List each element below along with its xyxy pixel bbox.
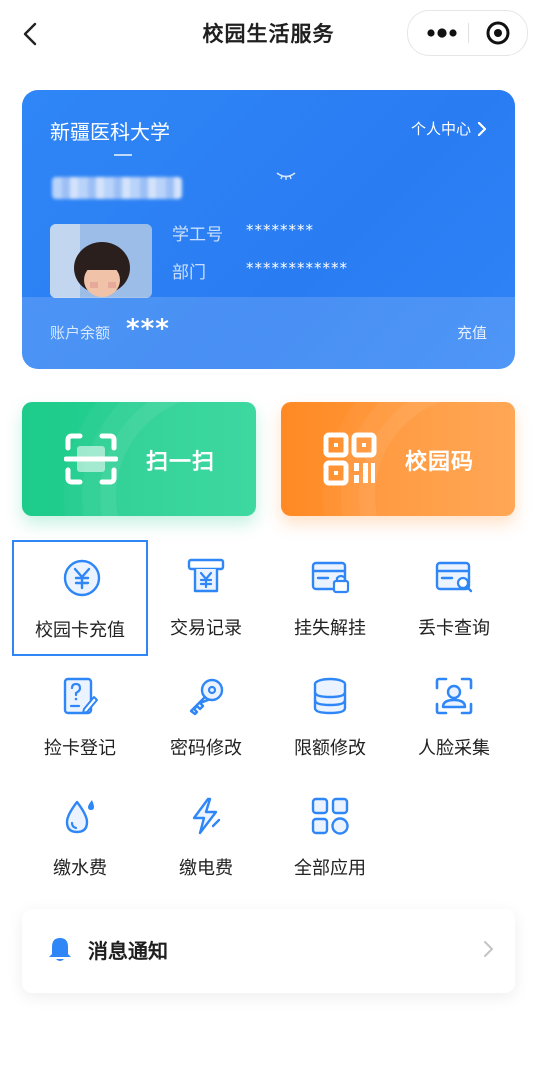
service-password[interactable]: 密码修改 <box>138 660 274 776</box>
avatar-image <box>50 224 152 298</box>
lightning-icon <box>192 797 221 835</box>
service-electricity-fee[interactable]: 缴电费 <box>138 780 274 896</box>
key-icon <box>189 678 224 716</box>
more-button[interactable] <box>414 11 466 55</box>
eye-closed-icon[interactable] <box>274 170 298 182</box>
service-water-fee[interactable]: 缴水费 <box>12 780 148 896</box>
service-label: 捡卡登记 <box>44 738 116 759</box>
service-face-capture[interactable]: 人脸采集 <box>386 660 522 776</box>
service-lost-card-query[interactable]: 丢卡查询 <box>386 540 522 656</box>
service-transactions[interactable]: 交易记录 <box>138 540 274 656</box>
service-label: 交易记录 <box>170 618 242 639</box>
service-found-card[interactable]: 捡卡登记 <box>12 660 148 776</box>
notice-label: 消息通知 <box>88 939 168 963</box>
student-id-value: ******** <box>246 221 314 239</box>
nav-bar: 校园生活服务 <box>0 0 537 66</box>
water-drop-icon <box>65 800 94 834</box>
service-card-recharge[interactable]: 校园卡充值 <box>12 540 148 656</box>
service-all-apps[interactable]: 全部应用 <box>262 780 398 896</box>
service-label: 全部应用 <box>294 858 366 879</box>
personal-center-link[interactable]: 个人中心 <box>411 118 487 139</box>
receipt-icon <box>187 558 225 593</box>
chevron-right-icon <box>477 121 487 136</box>
card-search-icon <box>435 561 473 593</box>
service-label: 人脸采集 <box>418 738 490 759</box>
school-name: 新疆医科大学 <box>50 120 170 144</box>
service-label: 密码修改 <box>170 738 242 759</box>
recharge-link[interactable]: 充值 <box>457 322 487 343</box>
service-label: 限额修改 <box>294 738 366 759</box>
database-icon <box>313 677 347 715</box>
message-notice-bar[interactable]: 消息通知 <box>22 909 515 993</box>
student-id-label: 学工号 <box>172 225 223 245</box>
service-label: 校园卡充值 <box>35 620 125 641</box>
capsule-divider <box>468 23 469 43</box>
qr-code-icon <box>323 432 377 486</box>
service-report-loss[interactable]: 挂失解挂 <box>262 540 398 656</box>
close-button[interactable] <box>474 11 524 55</box>
service-limit[interactable]: 限额修改 <box>262 660 398 776</box>
campus-code-label: 校园码 <box>405 450 475 475</box>
service-label: 挂失解挂 <box>294 618 366 639</box>
mini-program-capsule <box>407 10 528 56</box>
grid-apps-icon <box>311 797 349 835</box>
personal-center-label: 个人中心 <box>410 120 471 138</box>
service-label: 缴水费 <box>53 858 107 879</box>
balance-value: *** <box>126 314 170 344</box>
campus-card: 新疆医科大学 个人中心 学工号 ******** 部门 ************… <box>22 90 515 369</box>
yen-circle-icon <box>63 559 101 597</box>
service-label: 缴电费 <box>179 858 233 879</box>
scan-label: 扫一扫 <box>146 450 216 475</box>
campus-code-button[interactable]: 校园码 <box>281 402 515 516</box>
department-value: ************ <box>246 259 348 277</box>
scan-icon <box>64 433 118 485</box>
face-scan-icon <box>435 677 473 715</box>
blurred-name <box>52 177 182 199</box>
scan-button[interactable]: 扫一扫 <box>22 402 256 516</box>
more-dots-icon <box>427 28 457 38</box>
bell-icon <box>49 938 71 961</box>
document-edit-icon <box>63 677 98 715</box>
balance-label: 账户余额 <box>50 324 111 342</box>
service-label: 丢卡查询 <box>418 618 490 639</box>
card-lock-icon <box>311 561 350 594</box>
target-close-icon <box>486 21 510 45</box>
chevron-right-icon <box>484 941 493 957</box>
department-label: 部门 <box>172 263 206 283</box>
divider-mark <box>114 154 132 156</box>
avatar <box>50 224 152 298</box>
